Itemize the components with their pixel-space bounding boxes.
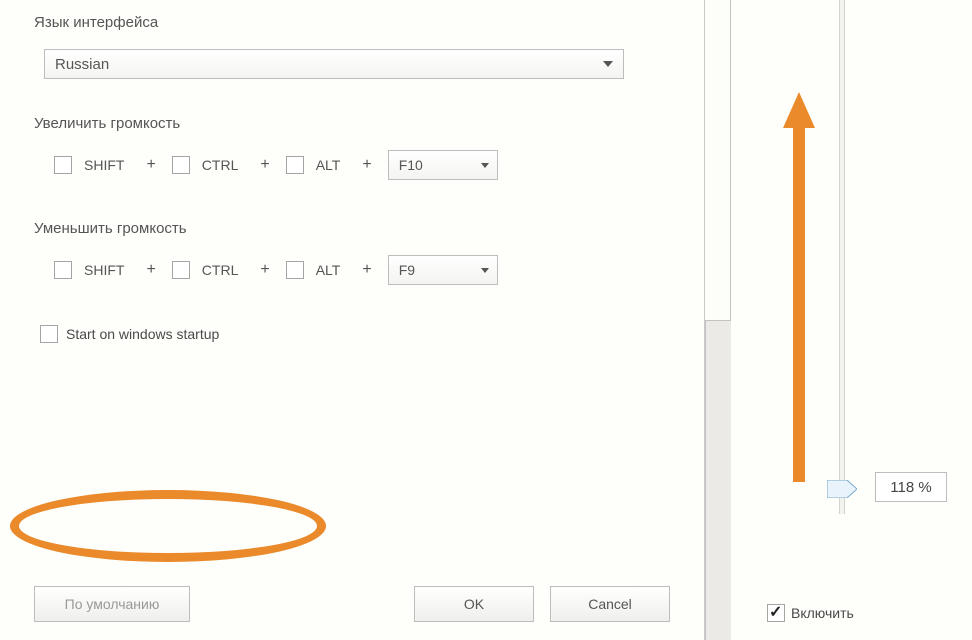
ok-button[interactable]: OK <box>414 586 534 622</box>
volume-value: 118 % <box>875 472 947 502</box>
highlight-ellipse <box>10 490 326 562</box>
volume-up-key-select[interactable]: F10 <box>388 150 498 180</box>
shift-label-2: SHIFT <box>84 262 124 278</box>
alt-checkbox-down[interactable] <box>286 261 304 279</box>
chevron-down-icon <box>481 163 489 168</box>
plus-text-5: + <box>260 261 269 279</box>
volume-panel: 118 % Включить <box>731 0 972 640</box>
alt-label-2: ALT <box>316 262 341 278</box>
plus-text: + <box>146 156 155 174</box>
shift-checkbox-up[interactable] <box>54 156 72 174</box>
enable-label: Включить <box>791 605 854 621</box>
settings-panel: Язык интерфейса Russian Увеличить громко… <box>0 0 705 640</box>
arrow-up-icon <box>791 92 807 482</box>
alt-label: ALT <box>316 157 341 173</box>
plus-text-4: + <box>146 261 155 279</box>
enable-checkbox[interactable] <box>767 604 785 622</box>
plus-text-6: + <box>362 261 371 279</box>
volume-down-key-select[interactable]: F9 <box>388 255 498 285</box>
chevron-down-icon <box>481 268 489 273</box>
startup-checkbox[interactable] <box>40 325 58 343</box>
chevron-down-icon <box>603 61 613 67</box>
language-select[interactable]: Russian <box>44 49 624 79</box>
ctrl-label-2: CTRL <box>202 262 239 278</box>
plus-text-3: + <box>362 156 371 174</box>
volume-down-key-value: F9 <box>399 262 415 278</box>
volume-down-label: Уменьшить громкость <box>34 220 704 237</box>
shift-label: SHIFT <box>84 157 124 173</box>
plus-text-2: + <box>260 156 269 174</box>
volume-up-key-value: F10 <box>399 157 423 173</box>
volume-slider-thumb[interactable] <box>827 480 857 498</box>
ctrl-checkbox-down[interactable] <box>172 261 190 279</box>
startup-label: Start on windows startup <box>66 326 219 342</box>
alt-checkbox-up[interactable] <box>286 156 304 174</box>
ctrl-label: CTRL <box>202 157 239 173</box>
default-button[interactable]: По умолчанию <box>34 586 190 622</box>
language-label: Язык интерфейса <box>34 14 704 31</box>
language-value: Russian <box>55 56 109 73</box>
volume-up-label: Увеличить громкость <box>34 115 704 132</box>
shift-checkbox-down[interactable] <box>54 261 72 279</box>
volume-slider-track[interactable] <box>839 0 845 514</box>
ctrl-checkbox-up[interactable] <box>172 156 190 174</box>
window-divider <box>705 0 731 640</box>
cancel-button[interactable]: Cancel <box>550 586 670 622</box>
